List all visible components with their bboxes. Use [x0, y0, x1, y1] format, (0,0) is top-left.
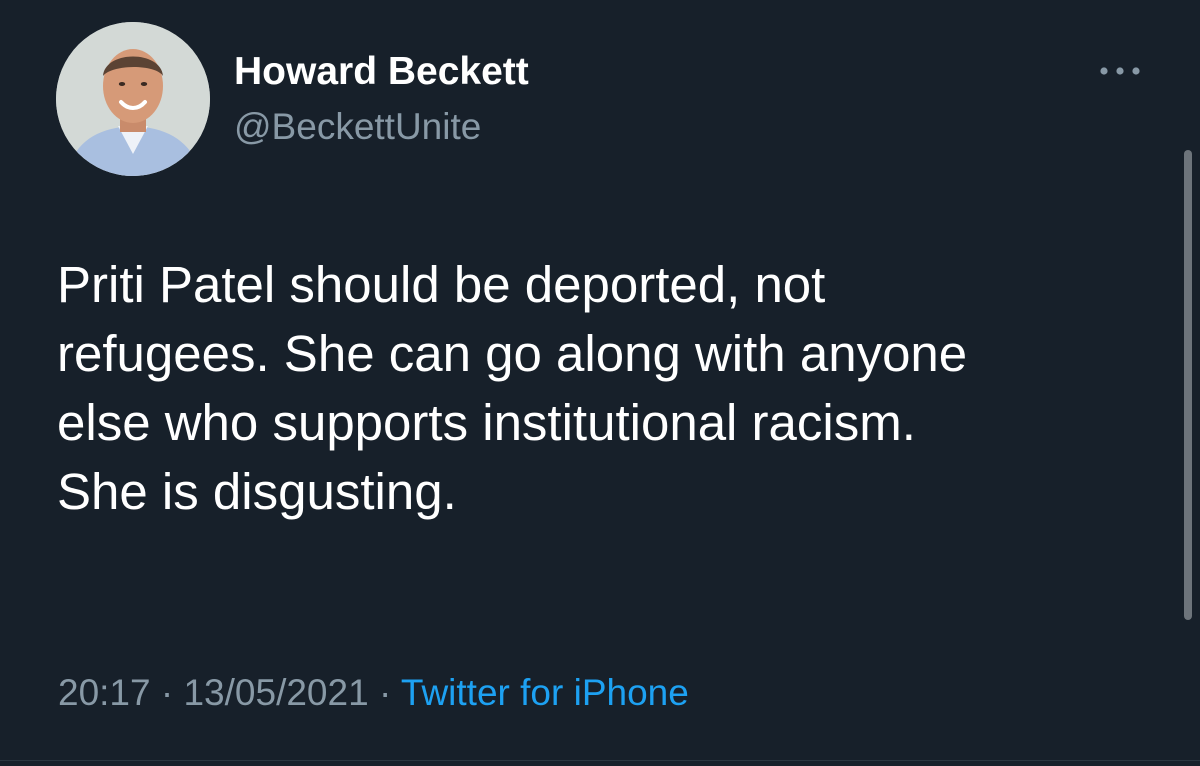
- tweet-text: Priti Patel should be deported, not refu…: [57, 250, 1167, 526]
- author-name[interactable]: Howard Beckett: [234, 50, 529, 94]
- author-handle[interactable]: @BeckettUnite: [234, 106, 481, 148]
- more-options-button[interactable]: [1088, 56, 1152, 86]
- tweet-source-link[interactable]: Twitter for iPhone: [401, 672, 689, 713]
- tweet-text-line: Priti Patel should be deported, not: [57, 256, 826, 313]
- scrollbar[interactable]: [1184, 150, 1192, 620]
- tweet-date[interactable]: 13/05/2021: [183, 672, 368, 713]
- meta-separator: ·: [160, 672, 174, 713]
- ellipsis-icon: [1100, 67, 1140, 75]
- tweet-meta: 20:17 · 13/05/2021 · Twitter for iPhone: [58, 672, 689, 714]
- divider: [0, 760, 1200, 761]
- tweet-card: Howard Beckett @BeckettUnite Priti Patel…: [0, 0, 1200, 766]
- avatar[interactable]: [56, 22, 210, 176]
- tweet-time[interactable]: 20:17: [58, 672, 151, 713]
- tweet-text-line: else who supports institutional racism.: [57, 394, 916, 451]
- meta-separator: ·: [378, 672, 392, 713]
- tweet-text-line: refugees. She can go along with anyone: [57, 325, 968, 382]
- tweet-text-line: She is disgusting.: [57, 463, 457, 520]
